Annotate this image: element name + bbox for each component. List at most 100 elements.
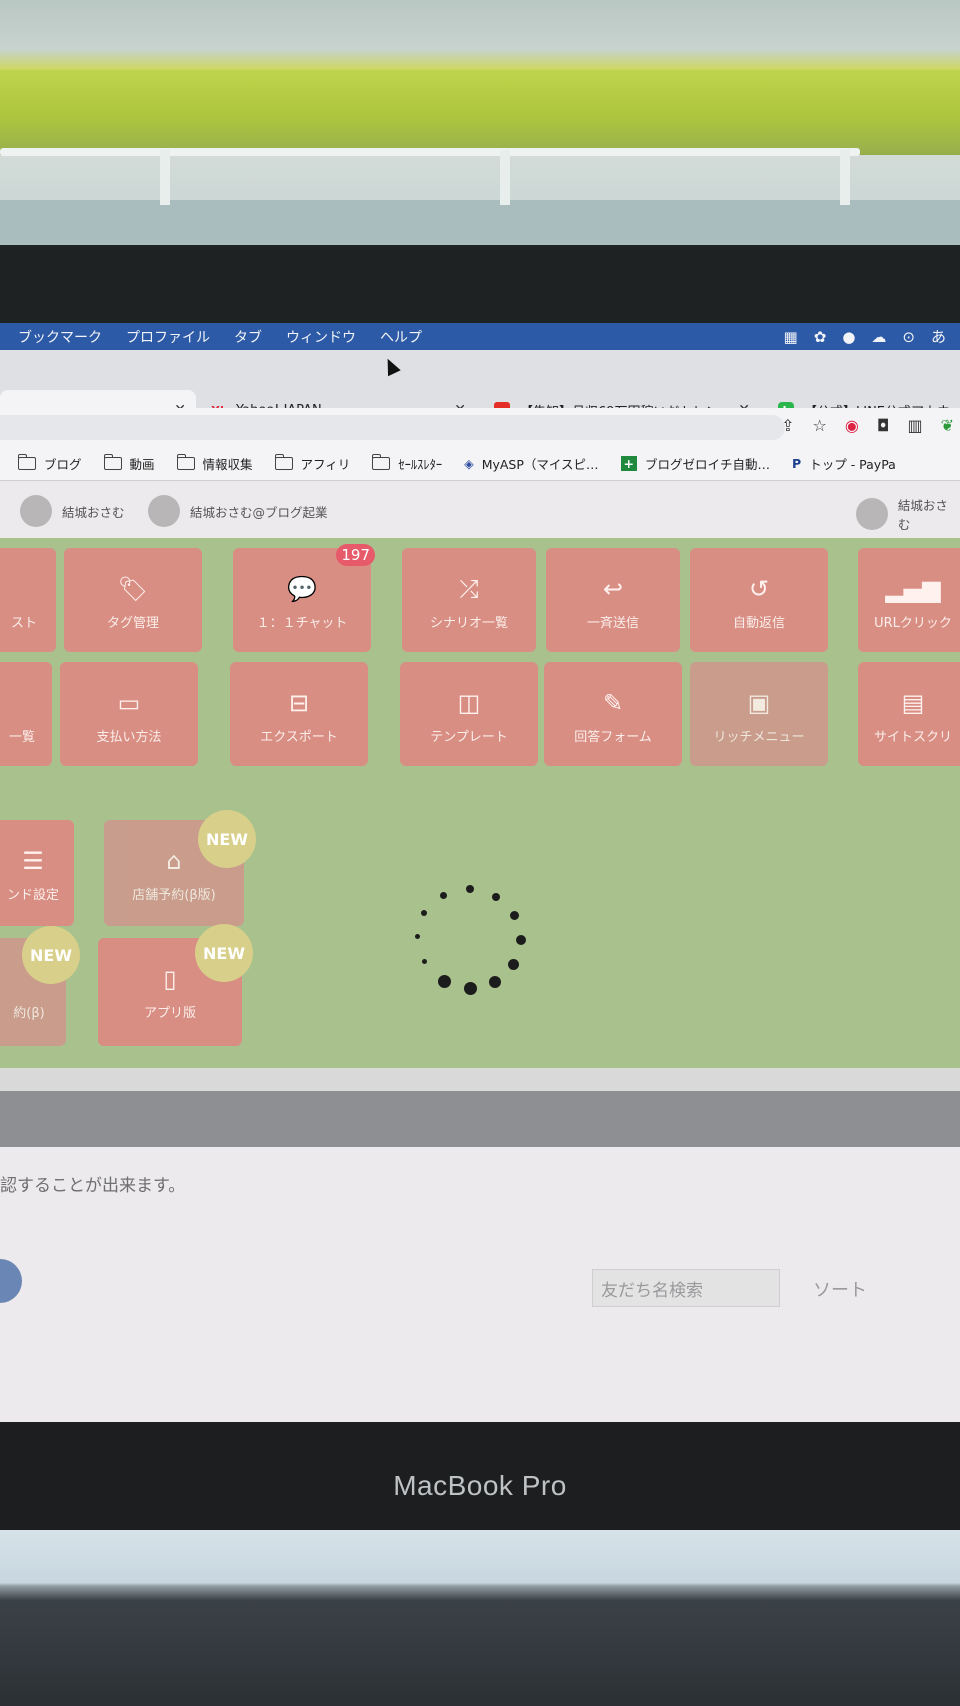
- friend-search-input[interactable]: 友だち名検索: [592, 1269, 780, 1307]
- menu-help[interactable]: ヘルプ: [380, 327, 422, 347]
- laptop-screen: ブックマーク プロファイル タブ ウィンドウ ヘルプ ▦ ✿ ● ☁ ⊙ あ ✕…: [0, 323, 960, 1422]
- info-text: 認することが出来ます。: [0, 1176, 186, 1196]
- address-field[interactable]: [0, 415, 785, 440]
- bookmark-label: ブログ: [44, 456, 82, 472]
- tile-label: 一斉送信: [586, 616, 639, 631]
- bookmark-video[interactable]: 動画: [103, 453, 155, 473]
- tile-payment-method[interactable]: ▭ 支払い方法: [60, 662, 198, 766]
- tile-label: テンプレート: [430, 730, 508, 745]
- mac-menubar: ブックマーク プロファイル タブ ウィンドウ ヘルプ ▦ ✿ ● ☁ ⊙ あ: [0, 323, 960, 350]
- bookmark-paypal[interactable]: P トップ - PayPa: [792, 454, 896, 473]
- tile-label: エクスポート: [260, 730, 338, 745]
- folder-icon: [18, 453, 36, 470]
- account-item[interactable]: 結城おさむ@ブログ起業: [148, 495, 328, 527]
- tile-label: タグ管理: [106, 616, 159, 631]
- railing: [0, 148, 860, 156]
- camera-icon[interactable]: ◘: [877, 416, 890, 435]
- cloud-sync-icon[interactable]: ☁: [871, 328, 886, 346]
- menu-bookmarks[interactable]: ブックマーク: [18, 327, 102, 347]
- avatar: [856, 498, 888, 530]
- account-name: 結城おさむ@ブログ起業: [190, 504, 328, 520]
- myasp-icon: ◈: [464, 455, 474, 471]
- trash-icon[interactable]: ▥: [907, 416, 922, 435]
- tile-label: URLクリック: [874, 616, 952, 631]
- tile-answer-form[interactable]: ✎ 回答フォーム: [544, 662, 682, 766]
- bookmark-label: ブログゼロイチ自動…: [645, 456, 771, 472]
- tile-label: シナリオ一覧: [429, 616, 508, 631]
- evernote-icon[interactable]: ❦: [941, 416, 954, 435]
- bookmark-blog-zero[interactable]: + ブログゼロイチ自動…: [620, 454, 771, 473]
- tile-export[interactable]: ⊟ エクスポート: [230, 662, 368, 766]
- star-icon[interactable]: ☆: [813, 416, 827, 435]
- sort-button[interactable]: ソート: [813, 1276, 867, 1302]
- bookmark-info[interactable]: 情報収集: [176, 453, 253, 473]
- tile-brand-settings[interactable]: ☰ ンド設定: [0, 820, 74, 926]
- tile-label: 一覧: [8, 730, 35, 745]
- tile-label: サイトスクリ: [873, 730, 952, 745]
- chart-search-icon: ▂▄▆: [885, 575, 941, 603]
- background-scene: [0, 0, 960, 245]
- menu-profiles[interactable]: プロファイル: [126, 327, 210, 347]
- bookmark-affiliate[interactable]: アフィリ: [274, 453, 350, 473]
- bookmark-label: トップ - PayPa: [809, 456, 896, 472]
- dark-circle-icon[interactable]: ●: [842, 328, 855, 346]
- new-badge: NEW: [22, 926, 80, 984]
- menu-window[interactable]: ウィンドウ: [286, 327, 356, 347]
- play-circle-icon[interactable]: ⊙: [902, 328, 915, 346]
- filmstrip-icon[interactable]: ▦: [784, 328, 798, 346]
- tile-rich-menu[interactable]: ▣ リッチメニュー: [690, 662, 828, 766]
- divider: [0, 1068, 960, 1091]
- hedge: [0, 70, 960, 155]
- folder-icon: [103, 453, 122, 470]
- tile-list[interactable]: スト: [0, 548, 56, 652]
- avatar: [148, 495, 180, 527]
- folder-icon: [274, 453, 293, 470]
- tile-label: ンド設定: [6, 888, 59, 903]
- share-icon[interactable]: ⇪: [781, 416, 794, 435]
- tile-auto-reply[interactable]: ↺ 自動返信: [690, 548, 828, 652]
- bookmarks-bar: ブログ 動画 情報収集 アフィリ ｾｰﾙｽﾚﾀｰ ◈ MyASP（マイスピ… + ブ…: [0, 446, 960, 481]
- return-icon: ↺: [748, 575, 770, 603]
- tile-template[interactable]: ◫ テンプレート: [400, 662, 538, 766]
- browser-icon: ▤: [901, 689, 925, 717]
- drive-icon: ⊟: [288, 689, 310, 717]
- account-item[interactable]: 結城おさむ: [20, 495, 125, 527]
- bookmark-sales-letter[interactable]: ｾｰﾙｽﾚﾀｰ: [372, 453, 443, 473]
- section-header-bar: [0, 1091, 960, 1147]
- tile-label: １：１チャット: [256, 616, 348, 631]
- tile-one-to-one-chat[interactable]: 197 💬 １：１チャット: [233, 544, 375, 652]
- bookmark-myasp[interactable]: ◈ MyASP（マイスピ…: [464, 454, 598, 473]
- tile-url-click[interactable]: ▂▄▆ URLクリック: [858, 548, 960, 652]
- account-item[interactable]: 結城おさむ: [856, 495, 960, 533]
- railing-post: [160, 150, 170, 205]
- clipboard-icon: ✎: [602, 689, 624, 717]
- tile-label: リッチメニュー: [713, 730, 805, 745]
- tile-list-2[interactable]: 一覧: [0, 662, 52, 766]
- tile-site-script[interactable]: ▤ サイトスクリ: [858, 662, 960, 766]
- tile-tag-management[interactable]: 🏷 タグ管理: [64, 548, 202, 652]
- railing-post: [500, 150, 510, 205]
- tile-label: 回答フォーム: [574, 730, 652, 745]
- account-name: 結城おさむ: [62, 504, 125, 520]
- toolbar: ⇪ ☆ ◉ ◘ ▥ ❦: [0, 408, 960, 446]
- list-icon: [0, 574, 56, 604]
- bookmark-blog[interactable]: ブログ: [18, 453, 82, 473]
- round-action-button[interactable]: [0, 1259, 22, 1303]
- tile-scenario-list[interactable]: ⤮ シナリオ一覧: [402, 548, 536, 652]
- color-wheel-icon[interactable]: ◉: [845, 416, 859, 435]
- menu-tabs[interactable]: タブ: [234, 327, 262, 347]
- plus-icon: +: [620, 455, 638, 471]
- ime-indicator[interactable]: あ: [931, 326, 946, 347]
- folder-icon: [176, 453, 195, 470]
- pinwheel-icon[interactable]: ✿: [814, 328, 827, 346]
- menu-icon: ☰: [22, 847, 44, 875]
- menubar-status: ▦ ✿ ● ☁ ⊙ あ: [784, 323, 960, 350]
- unread-count-badge: 197: [336, 544, 375, 566]
- bookmark-label: ｾｰﾙｽﾚﾀｰ: [398, 456, 443, 472]
- tag-icon: 🏷: [117, 575, 149, 603]
- bookmark-label: 情報収集: [202, 456, 253, 472]
- shuffle-icon: ⤮: [459, 575, 479, 603]
- tile-broadcast[interactable]: ↩ 一斉送信: [546, 548, 680, 652]
- tile-label: スト: [10, 616, 37, 631]
- list-icon: [0, 688, 52, 718]
